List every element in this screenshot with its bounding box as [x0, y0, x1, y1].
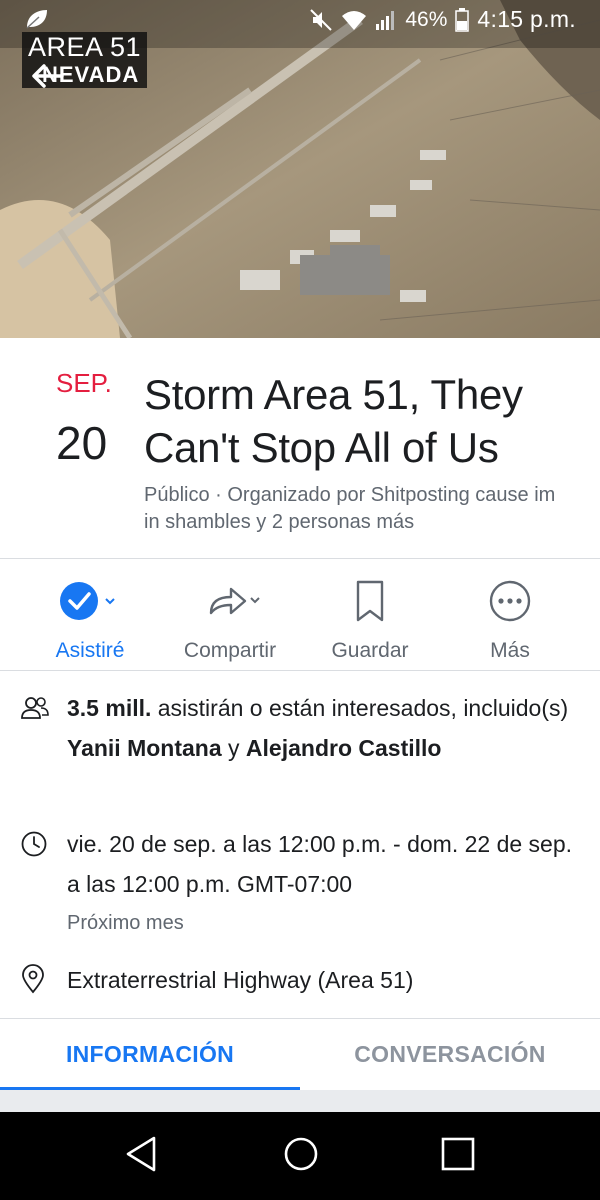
- check-circle-icon: [60, 582, 115, 620]
- home-icon[interactable]: [282, 1134, 320, 1174]
- attendance-count: 3.5 mill.: [67, 695, 152, 721]
- leaf-icon: [26, 10, 47, 29]
- going-label: Asistiré: [55, 639, 125, 662]
- share-label: Compartir: [183, 639, 277, 662]
- event-actions-bar: Asistiré Compartir Guardar Más: [0, 559, 600, 670]
- divider: [0, 670, 600, 671]
- recents-icon[interactable]: [440, 1134, 476, 1174]
- event-location: Extraterrestrial Highway (Area 51): [67, 967, 414, 993]
- attendance-text: 3.5 mill. asistirán o están interesados,…: [67, 695, 569, 761]
- wifi-icon: [342, 10, 367, 30]
- event-title: Storm Area 51, They Can't Stop All of Us: [144, 371, 523, 471]
- event-header: SEP. 20 Storm Area 51, They Can't Stop A…: [0, 338, 600, 558]
- status-time: 4:15 p.m.: [477, 6, 576, 32]
- more-icon: [489, 580, 531, 622]
- section-separator: [0, 1090, 600, 1112]
- friend-name[interactable]: Alejandro Castillo: [246, 735, 442, 761]
- event-tabs: INFORMACIÓN CONVERSACIÓN: [0, 1019, 600, 1090]
- chevron-down-icon: [250, 597, 260, 604]
- share-icon: [209, 587, 260, 615]
- location-pin-icon: [22, 964, 44, 994]
- back-icon[interactable]: [124, 1134, 158, 1174]
- more-button[interactable]: Más: [440, 579, 580, 663]
- share-button[interactable]: Compartir: [160, 579, 300, 663]
- battery-percentage: 46%: [405, 7, 448, 31]
- location-row[interactable]: Extraterrestrial Highway (Area 51): [0, 960, 600, 1004]
- event-datetime-relative: Próximo mes: [67, 912, 184, 934]
- event-month: SEP.: [56, 368, 112, 398]
- attendance-row[interactable]: 3.5 mill. asistirán o están interesados,…: [0, 688, 600, 808]
- chevron-down-icon: [105, 598, 115, 605]
- tab-discussion[interactable]: CONVERSACIÓN: [300, 1019, 600, 1090]
- friend-name[interactable]: Yanii Montana: [67, 735, 222, 761]
- mute-icon: [310, 8, 333, 31]
- bookmark-icon: [356, 580, 384, 622]
- people-icon: [21, 697, 49, 719]
- save-button[interactable]: Guardar: [300, 579, 440, 663]
- save-label: Guardar: [331, 639, 409, 662]
- badge-line1: AREA 51: [28, 32, 142, 62]
- event-privacy-organizers[interactable]: Público · Organizado por Shitposting cau…: [144, 482, 574, 536]
- battery-icon: [455, 7, 470, 32]
- event-datetime: vie. 20 de sep. a las 12:00 p.m. - dom. …: [67, 831, 573, 897]
- going-button[interactable]: Asistiré: [20, 579, 160, 663]
- tab-information[interactable]: INFORMACIÓN: [0, 1019, 300, 1090]
- clock-icon: [21, 831, 47, 857]
- event-day: 20: [56, 417, 108, 469]
- event-cover-photo[interactable]: 46% 4:15 p.m. AREA 51 NEVADA: [0, 0, 600, 338]
- more-label: Más: [490, 639, 530, 662]
- signal-icon: [376, 10, 395, 30]
- back-arrow-icon[interactable]: [30, 62, 64, 90]
- system-navigation-bar: [0, 1112, 600, 1200]
- datetime-row[interactable]: vie. 20 de sep. a las 12:00 p.m. - dom. …: [0, 824, 600, 944]
